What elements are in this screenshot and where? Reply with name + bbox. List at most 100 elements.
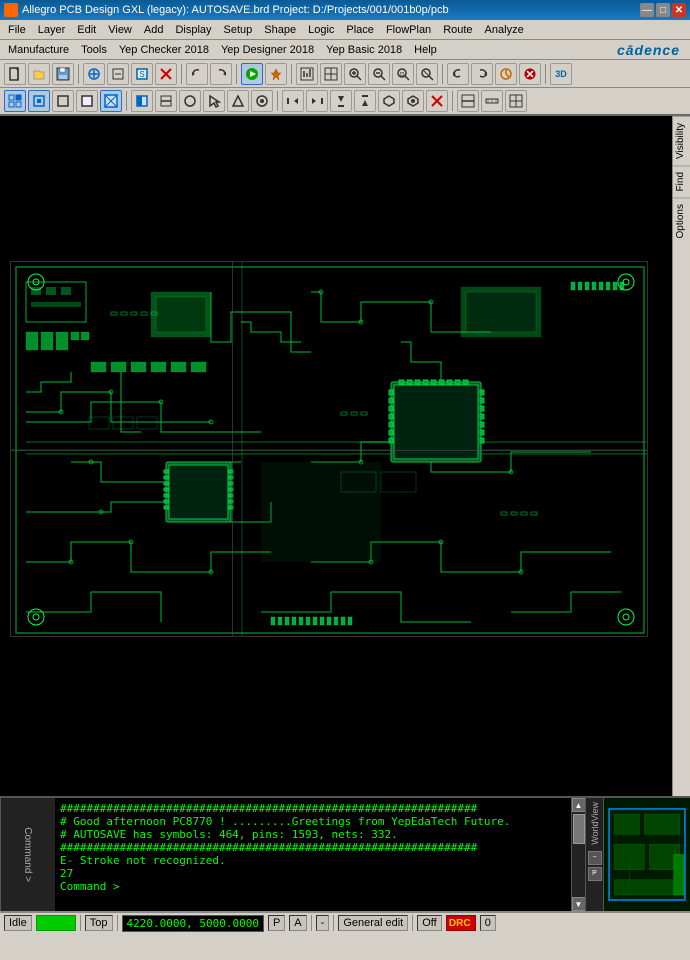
- menu-tools[interactable]: Tools: [75, 42, 113, 58]
- sep-5: [442, 64, 443, 84]
- tb2-sep-2: [277, 91, 278, 111]
- tb2-snap-corner-button[interactable]: [52, 90, 74, 112]
- scroll-down-button[interactable]: ▼: [572, 897, 586, 911]
- symbol-button[interactable]: S: [131, 63, 153, 85]
- scroll-thumb[interactable]: [573, 814, 585, 844]
- status-off[interactable]: Off: [417, 915, 441, 931]
- prev-view-button[interactable]: [447, 63, 469, 85]
- scroll-up-button[interactable]: ▲: [572, 798, 586, 812]
- console-text[interactable]: ########################################…: [56, 798, 571, 911]
- pin-button[interactable]: [265, 63, 287, 85]
- options-tab[interactable]: Options: [673, 197, 690, 244]
- status-bar: Idle Top 4220.0000, 5000.0000 P A - Gene…: [0, 911, 690, 933]
- pcb-artwork: [11, 262, 648, 637]
- tb2-stop-button[interactable]: [426, 90, 448, 112]
- floorplan-button[interactable]: [320, 63, 342, 85]
- menu-display[interactable]: Display: [169, 22, 217, 38]
- menu-add[interactable]: Add: [138, 22, 170, 38]
- open-button[interactable]: [28, 63, 50, 85]
- sep-status-4: [333, 915, 334, 931]
- tb2-opt5-button[interactable]: [227, 90, 249, 112]
- zoom-fit-button[interactable]: ⊡: [392, 63, 414, 85]
- menu-flowplan[interactable]: FlowPlan: [380, 22, 437, 38]
- console-scrollbar[interactable]: ▲ ▼: [571, 798, 585, 911]
- scroll-track[interactable]: [572, 812, 585, 897]
- menu-edit[interactable]: Edit: [71, 22, 102, 38]
- menu-yep-designer[interactable]: Yep Designer 2018: [215, 42, 320, 58]
- menu-yep-basic[interactable]: Yep Basic 2018: [320, 42, 408, 58]
- status-error-count: 0: [480, 915, 496, 931]
- status-error-indicator: DRC: [446, 915, 476, 931]
- tb2-via-button[interactable]: [100, 90, 122, 112]
- menu-setup[interactable]: Setup: [218, 22, 259, 38]
- svg-text:S: S: [139, 70, 144, 79]
- status-separator: -: [316, 915, 330, 931]
- menu-route[interactable]: Route: [437, 22, 478, 38]
- status-snap-p[interactable]: P: [268, 915, 285, 931]
- undo-button[interactable]: [186, 63, 208, 85]
- maximize-button[interactable]: □: [656, 3, 670, 17]
- save-button[interactable]: [52, 63, 74, 85]
- find-tab[interactable]: Find: [673, 165, 690, 197]
- menu-analyze[interactable]: Analyze: [479, 22, 530, 38]
- delete-button[interactable]: [155, 63, 177, 85]
- abort-button[interactable]: [519, 63, 541, 85]
- tb2-snap-button[interactable]: [28, 90, 50, 112]
- worldview-canvas[interactable]: [604, 798, 690, 911]
- tb2-opt1-button[interactable]: [131, 90, 153, 112]
- menu-view[interactable]: View: [102, 22, 138, 38]
- menu-layer[interactable]: Layer: [32, 22, 72, 38]
- title-controls: — □ ✕: [640, 3, 686, 17]
- sep-6: [545, 64, 546, 84]
- add-connect-button[interactable]: [83, 63, 105, 85]
- console-area: Command > ##############################…: [0, 796, 690, 911]
- tb2-vis2-button[interactable]: [306, 90, 328, 112]
- next-view-button[interactable]: [471, 63, 493, 85]
- new-button[interactable]: [4, 63, 26, 85]
- zoom-world-button[interactable]: [416, 63, 438, 85]
- tb2-ruler2-button[interactable]: [505, 90, 527, 112]
- tb2-vis4-button[interactable]: [354, 90, 376, 112]
- console-line-2: # Good afternoon PC8770 ! .........Greet…: [60, 815, 567, 828]
- stagger-button[interactable]: [107, 63, 129, 85]
- tb2-grid-button[interactable]: [4, 90, 26, 112]
- tb2-select-button[interactable]: [203, 90, 225, 112]
- tb2-board-pad-button[interactable]: [457, 90, 479, 112]
- zoom-out-button[interactable]: [368, 63, 390, 85]
- menu-logic[interactable]: Logic: [302, 22, 340, 38]
- menu-shape[interactable]: Shape: [258, 22, 302, 38]
- tb2-snap-sym-button[interactable]: [76, 90, 98, 112]
- pcb-board-area[interactable]: [10, 261, 648, 637]
- tb2-vis6-button[interactable]: [402, 90, 424, 112]
- tb2-vis3-button[interactable]: [330, 90, 352, 112]
- status-snap-a[interactable]: A: [289, 915, 306, 931]
- tb2-vis1-button[interactable]: [282, 90, 304, 112]
- board-stats-button[interactable]: [296, 63, 318, 85]
- tb2-opt3-button[interactable]: [179, 90, 201, 112]
- canvas-area[interactable]: [0, 116, 672, 796]
- worldview-sidebar: WorldView − P: [586, 798, 604, 911]
- tb2-ruler1-button[interactable]: [481, 90, 503, 112]
- worldview-p-btn[interactable]: P: [588, 867, 602, 881]
- minimize-button[interactable]: —: [640, 3, 654, 17]
- refresh-button[interactable]: [495, 63, 517, 85]
- toolbar-2: [0, 88, 690, 116]
- redo-button[interactable]: [210, 63, 232, 85]
- sep-status-3: [311, 915, 312, 931]
- visibility-tab[interactable]: Visibility: [673, 116, 690, 165]
- tb2-opt2-button[interactable]: [155, 90, 177, 112]
- menu-help[interactable]: Help: [408, 42, 443, 58]
- menu-yep-checker[interactable]: Yep Checker 2018: [113, 42, 215, 58]
- menu-manufacture[interactable]: Manufacture: [2, 42, 75, 58]
- worldview-minus-btn[interactable]: −: [588, 851, 602, 865]
- main-area: Visibility Find Options: [0, 116, 690, 796]
- menu-file[interactable]: File: [2, 22, 32, 38]
- menu-place[interactable]: Place: [340, 22, 380, 38]
- zoom-in-button[interactable]: [344, 63, 366, 85]
- status-coords: 4220.0000, 5000.0000: [122, 915, 264, 932]
- tb2-vis5-button[interactable]: [378, 90, 400, 112]
- tb2-opt6-button[interactable]: [251, 90, 273, 112]
- 3d-view-button[interactable]: 3D: [550, 63, 572, 85]
- run-button[interactable]: [241, 63, 263, 85]
- close-button[interactable]: ✕: [672, 3, 686, 17]
